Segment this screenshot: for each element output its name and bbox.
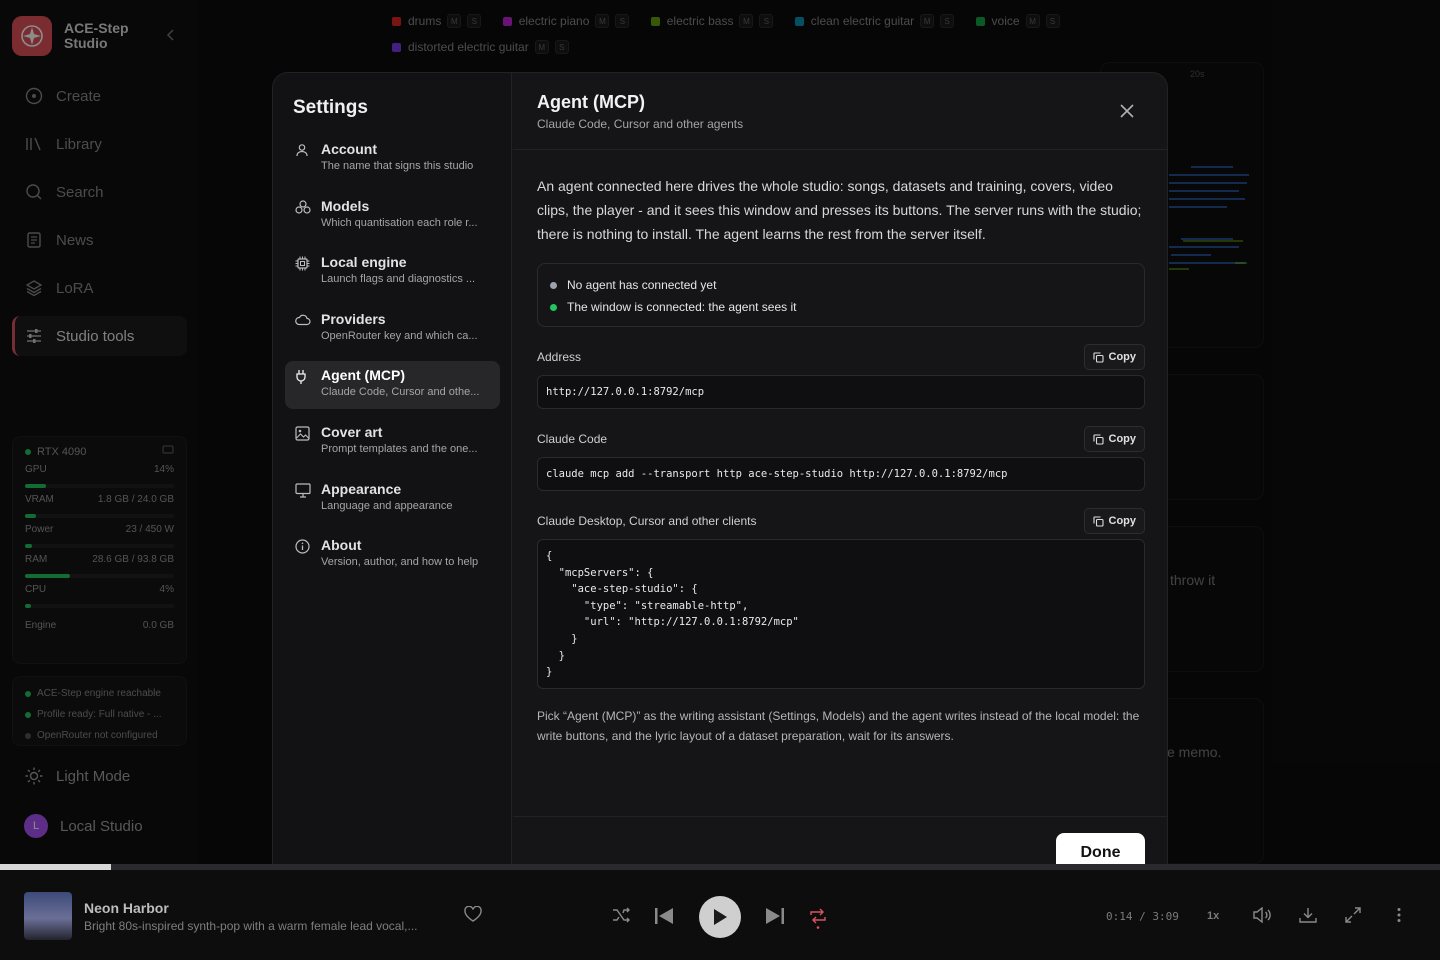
clients-config-json[interactable]: { "mcpServers": { "ace-step-studio": { "… <box>537 539 1145 689</box>
play-button[interactable] <box>699 896 741 938</box>
window-status-text: The window is connected: the agent sees … <box>567 300 797 314</box>
agent-status-row: No agent has connected yet <box>550 274 1132 296</box>
claude-code-command[interactable]: claude mcp add --transport http ace-step… <box>537 457 1145 491</box>
settings-item-title: Models <box>321 197 370 214</box>
cloud-icon <box>295 311 313 353</box>
clients-label: Claude Desktop, Cursor and other clients <box>537 514 757 528</box>
user-icon <box>295 141 313 183</box>
agent-status-text: No agent has connected yet <box>567 278 717 292</box>
settings-item-title: Account <box>321 141 377 157</box>
panel-title: Agent (MCP) <box>537 92 645 112</box>
copy-label: Copy <box>1108 433 1137 445</box>
copy-clients-config-button[interactable]: Copy <box>1083 508 1145 534</box>
image-icon <box>295 424 313 466</box>
repeat-icon[interactable] <box>809 907 827 929</box>
usage-note: Pick “Agent (MCP)” as the writing assist… <box>537 709 1140 743</box>
connection-status: No agent has connected yet The window is… <box>537 263 1145 327</box>
monitor-icon <box>295 481 313 523</box>
settings-nav: Settings Account The name that signs this… <box>273 73 512 887</box>
settings-item-about[interactable]: About Version, author, and how to help <box>285 531 500 579</box>
settings-item-desc: The name that signs this studio <box>321 160 474 172</box>
settings-item-title: Cover art <box>321 423 383 440</box>
copy-address-button[interactable]: Copy <box>1083 344 1145 370</box>
settings-item-account[interactable]: Account The name that signs this studio <box>285 135 500 183</box>
intro-text: An agent connected here drives the whole… <box>537 178 1142 242</box>
expand-icon[interactable] <box>1345 907 1361 923</box>
models-icon <box>295 198 313 240</box>
settings-item-providers[interactable]: Providers OpenRouter key and which ca... <box>285 305 500 353</box>
claude-code-label: Claude Code <box>537 432 608 446</box>
volume-icon[interactable] <box>1253 907 1273 923</box>
song-title[interactable]: Neon Harbor <box>84 900 169 916</box>
copy-icon <box>1092 351 1104 363</box>
settings-item-agent-mcp[interactable]: Agent (MCP) Claude Code, Cursor and othe.… <box>285 361 500 410</box>
panel-subtitle: Claude Code, Cursor and other agents <box>537 117 744 131</box>
next-icon[interactable] <box>765 907 785 925</box>
settings-content: Agent (MCP) Claude Code, Cursor and othe… <box>513 73 1167 887</box>
settings-item-title: Agent (MCP) <box>321 367 405 384</box>
settings-item-local-engine[interactable]: Local engine Launch flags and diagnostics… <box>285 248 500 296</box>
agent-status-dot <box>550 281 557 289</box>
settings-item-cover-art[interactable]: Cover art Prompt templates and the one... <box>285 418 500 466</box>
info-icon <box>295 537 313 579</box>
settings-item-desc: Language and appearance <box>321 499 453 512</box>
play-icon <box>714 909 727 925</box>
window-status-dot <box>550 303 557 311</box>
song-description: Bright 80s-inspired synth-pop with a war… <box>84 919 418 933</box>
playback-speed[interactable]: 1x <box>1207 910 1219 922</box>
address-field[interactable]: http://127.0.0.1:8792/mcp <box>537 375 1145 409</box>
cover-art[interactable] <box>24 892 72 940</box>
shuffle-icon[interactable] <box>612 907 630 923</box>
copy-icon <box>1092 515 1104 527</box>
previous-icon[interactable] <box>654 907 674 925</box>
more-options-icon[interactable] <box>1393 907 1405 923</box>
copy-label: Copy <box>1108 515 1137 527</box>
content-header: Agent (MCP) Claude Code, Cursor and othe… <box>513 73 1167 150</box>
settings-item-title: Appearance <box>321 480 402 497</box>
settings-item-desc: Which quantisation each role r... <box>321 216 478 229</box>
settings-item-title: Local engine <box>321 254 407 271</box>
settings-item-title: Providers <box>321 310 386 327</box>
settings-title: Settings <box>293 97 368 118</box>
copy-label: Copy <box>1108 351 1137 363</box>
chip-icon <box>295 254 313 296</box>
settings-item-desc: Claude Code, Cursor and othe... <box>321 386 480 399</box>
download-icon[interactable] <box>1299 907 1317 923</box>
playback-time: 0:14 / 3:09 <box>1106 910 1179 923</box>
settings-item-desc: OpenRouter key and which ca... <box>321 329 478 342</box>
settings-item-models[interactable]: Models Which quantisation each role r... <box>285 192 500 240</box>
copy-claude-code-button[interactable]: Copy <box>1083 426 1145 452</box>
plug-icon <box>295 367 313 409</box>
settings-item-desc: Prompt templates and the one... <box>321 442 478 455</box>
settings-item-appearance[interactable]: Appearance Language and appearance <box>285 475 500 523</box>
copy-icon <box>1092 433 1104 445</box>
heart-icon[interactable] <box>464 906 482 922</box>
window-status-row: The window is connected: the agent sees … <box>550 296 1132 318</box>
address-label: Address <box>537 350 582 364</box>
settings-item-desc: Launch flags and diagnostics ... <box>321 273 476 286</box>
settings-dialog: Settings Account The name that signs this… <box>272 72 1168 888</box>
settings-item-desc: Version, author, and how to help <box>321 556 479 569</box>
settings-item-title: About <box>321 537 362 554</box>
player-bar: Neon Harbor Bright 80s-inspired synth-po… <box>0 870 1440 960</box>
close-icon[interactable] <box>1117 101 1137 121</box>
